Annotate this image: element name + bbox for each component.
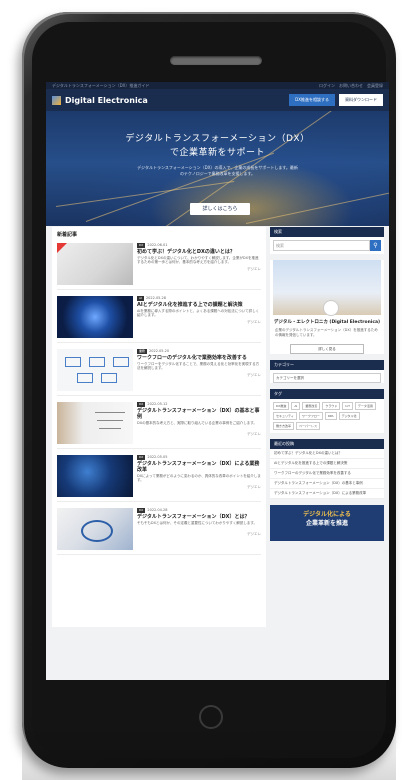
promo-banner[interactable]: デジタル化による 企業革新を推進 [270,505,384,541]
recent-post-link[interactable]: デジタルトランスフォーメーション（DX）の基本と事例 [270,479,384,489]
article-card[interactable]: DX 2022.06.01 初めて学ぶ！デジタル化とDXの違いとは？ デジタル化と… [57,243,261,290]
article-thumbnail[interactable] [57,296,133,338]
article-title[interactable]: AIとデジタル化を推進する上での課題と解決策 [137,302,261,308]
recent-post-link[interactable]: デジタルトランスフォーメーション（DX）による業務改革 [270,489,384,499]
tag-link[interactable]: 働き方改革 [273,422,295,430]
banner-line-2: 企業革新を推進 [305,520,348,527]
search-input[interactable]: 検索 [273,240,370,251]
recent-post-link[interactable]: AIとデジタル化を推進する上での課題と解決策 [270,459,384,469]
article-title[interactable]: デジタルトランスフォーメーション（DX）とは？ [137,514,261,520]
download-button[interactable]: 資料ダウンロード [339,94,383,106]
tag-link[interactable]: セキュリティ [273,412,297,420]
tag-link[interactable]: RPA [324,412,337,420]
widget-title: カテゴリー [270,360,384,370]
article-date: 2022.06.01 [147,243,168,247]
recent-post-link[interactable]: 初めて学ぶ！デジタル化とDXの違いとは？ [270,449,384,459]
article-author[interactable]: デジエレ [247,485,261,490]
category-badge[interactable]: DX [137,508,146,513]
home-button[interactable] [199,705,223,729]
tag-link[interactable]: AI [291,402,301,410]
profile-more-button[interactable]: 詳しく見る [290,344,364,354]
article-title[interactable]: デジタルトランスフォーメーション（DX）の基本と事例 [137,408,261,420]
tag-link[interactable]: ワークフロー [298,412,323,420]
article-author[interactable]: デジエレ [247,532,261,537]
article-excerpt: AIを業務に導入する際のポイントと、よくある課題への対処法について詳しく紹介しま… [137,308,260,318]
article-author[interactable]: デジエレ [247,267,261,272]
profile-image [273,260,381,316]
recent-post-link[interactable]: ワークフローのデジタル化で業務効率を改善する [270,469,384,479]
article-author[interactable]: デジエレ [247,373,261,378]
article-card[interactable]: DX 2022.04.28 デジタルトランスフォーメーション（DX）とは？ そもそ… [57,508,261,555]
article-title[interactable]: デジタルトランスフォーメーション（DX）による業務改革 [137,461,261,473]
hero-subtitle: デジタルトランスフォーメーション（DX）の導入で、企業の成長をサポートします。最… [137,165,298,176]
category-badge[interactable]: AI [137,296,144,301]
article-date: 2022.04.28 [147,508,168,512]
hero-banner: デジタルトランスフォーメーション（DX） で企業革新をサポート デジタルトランス… [46,111,389,226]
article-excerpt: デジタル化とDXの違いについて、わかりやすく解説します。企業がDXを推進するため… [137,255,259,265]
tag-link[interactable]: DX推進 [273,402,290,410]
tag-link[interactable]: 業務改善 [302,402,321,410]
sidebar: 検索 検索 ⚲ デジタル・エレクトロニカ (Digital Electronic… [270,227,384,545]
article-author[interactable]: デジエレ [247,432,261,437]
avatar[interactable] [323,300,339,316]
article-date: 2022.05.28 [145,296,166,300]
tag-link[interactable]: クラウド [322,402,341,410]
article-thumbnail[interactable] [57,243,133,285]
article-card[interactable]: DX 2022.05.05 デジタルトランスフォーメーション（DX）による業務改革… [57,455,261,502]
profile-name: デジタル・エレクトロニカ (Digital Electronica) [273,320,381,325]
widget-title: 最近の投稿 [270,439,384,449]
section-title: 新着記事 [57,232,78,238]
speaker-grille [170,56,262,65]
hero-cta-button[interactable]: 詳しくはこちら [190,203,250,215]
article-thumbnail[interactable] [57,402,133,444]
navbar: Digital Electronica DX推進を相談する 資料ダウンロード [46,89,389,111]
hero-title-2: で企業革新をサポート [169,148,265,158]
article-excerpt: DXによって業務がどのように変わるのか、具体的な改革のポイントを紹介します。 [137,473,261,483]
article-thumbnail[interactable] [57,455,133,497]
top-strip-left: デジタルトランスフォーメーション（DX）推進ガイド [52,83,150,88]
article-title[interactable]: 初めて学ぶ！デジタル化とDXの違いとは？ [137,249,261,255]
category-select[interactable]: カテゴリーを選択 [273,373,381,383]
banner-line-1: デジタル化による [303,511,351,518]
article-author[interactable]: デジエレ [247,320,261,325]
article-card[interactable]: AI 2022.05.28 AIとデジタル化を推進する上での課題と解決策 AIを業… [57,296,261,343]
phone-screen: デジタルトランスフォーメーション（DX）推進ガイド ログイン お問い合わせ 会員… [46,82,389,680]
hero-title: デジタルトランスフォーメーション（DX） [125,134,310,144]
category-badge[interactable]: DX [137,402,146,407]
article-excerpt: ワークフローをデジタル化することで、業務の見える化と効率化を実現する方法を解説し… [137,361,260,371]
tags-widget: タグ DX推進 AI 業務改善 クラウド IoT データ活用 セキュリティ ワー… [270,389,384,433]
category-badge[interactable]: DX [137,455,146,460]
widget-title: 検索 [270,227,384,237]
tag-link[interactable]: データ活用 [354,402,376,410]
category-badge[interactable]: DX [137,243,146,248]
tag-link[interactable]: IoT [342,402,353,410]
recent-posts-widget: 最近の投稿 初めて学ぶ！デジタル化とDXの違いとは？ AIとデジタル化を推進する… [270,439,384,499]
article-date: 2022.05.05 [147,455,168,459]
main-content: 新着記事 DX 2022.06.01 初めて学ぶ！デジタル化とDXの違いとは？ デ… [52,227,266,627]
article-thumbnail[interactable] [57,349,133,391]
article-card[interactable]: 業務 2022.05.20 ワークフローのデジタル化で業務効率を改善する ワークフ… [57,349,261,396]
article-card[interactable]: DX 2022.05.12 デジタルトランスフォーメーション（DX）の基本と事例 … [57,402,261,449]
search-icon[interactable]: ⚲ [370,240,381,251]
top-strip-right[interactable]: ログイン お問い合わせ 会員登録 [319,82,383,89]
category-badge[interactable]: 業務 [137,349,148,354]
article-title[interactable]: ワークフローのデジタル化で業務効率を改善する [137,355,261,361]
article-excerpt: そもそもDXとは何か、その定義と重要性についてわかりやすく解説します。 [137,520,257,525]
article-thumbnail[interactable] [57,508,133,550]
profile-widget: デジタル・エレクトロニカ (Digital Electronica) 企業のデジ… [270,260,384,354]
article-excerpt: DXの基本的な考え方と、実際に取り組んでいる企業の事例をご紹介します。 [137,420,257,425]
search-widget: 検索 検索 ⚲ [270,227,384,254]
article-date: 2022.05.12 [147,402,168,406]
tag-link[interactable]: デジタル化 [338,412,360,420]
consult-button[interactable]: DX推進を相談する [289,94,335,106]
profile-description: 企業のデジタルトランスフォーメーション（DX）を推進するための情報を発信していま… [275,328,378,337]
category-widget: カテゴリー カテゴリーを選択 [270,360,384,383]
top-strip: デジタルトランスフォーメーション（DX）推進ガイド ログイン お問い合わせ 会員… [46,82,389,89]
brand-name[interactable]: Digital Electronica [65,96,148,105]
logo-icon[interactable] [52,95,61,105]
article-date: 2022.05.20 [149,349,170,353]
tag-link[interactable]: ペーパーレス [296,422,320,430]
widget-title: タグ [270,389,384,399]
